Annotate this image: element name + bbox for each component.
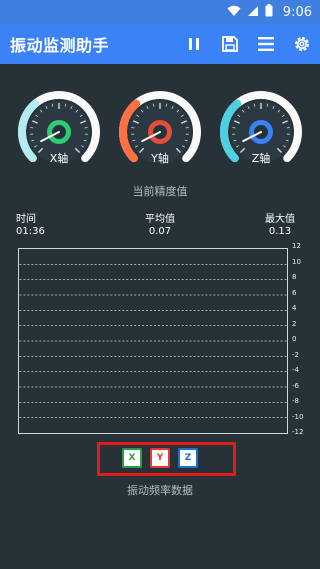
stat-max: 最大值 0.13 bbox=[260, 210, 300, 237]
y-tick-label: 4 bbox=[292, 304, 297, 312]
y-tick-label: 12 bbox=[292, 242, 301, 250]
legend-z-label: Z bbox=[184, 453, 192, 463]
legend-y-button[interactable]: Y bbox=[150, 448, 170, 468]
stat-max-value: 0.13 bbox=[268, 226, 292, 237]
y-tick-label: -8 bbox=[292, 397, 299, 405]
legend-x-button[interactable]: X bbox=[122, 448, 142, 468]
legend-z-button[interactable]: Z bbox=[178, 448, 198, 468]
pause-icon[interactable] bbox=[182, 32, 206, 56]
stat-avg: 平均值 0.07 bbox=[138, 210, 182, 237]
y-tick-label: 0 bbox=[292, 335, 297, 343]
gauge-label-z: Z轴 bbox=[251, 152, 271, 165]
frequency-data-caption: 振动频率数据 bbox=[127, 484, 193, 497]
y-tick-label: -10 bbox=[292, 412, 304, 421]
app-title: 振动监测助手 bbox=[10, 36, 110, 55]
stat-avg-value: 0.07 bbox=[148, 226, 172, 237]
stat-avg-label: 平均值 bbox=[145, 214, 175, 225]
gauge-label-y: Y轴 bbox=[151, 152, 169, 165]
menu-icon[interactable] bbox=[254, 32, 278, 56]
stat-time: 时间 01:36 bbox=[16, 210, 46, 237]
y-tick-label: 8 bbox=[292, 273, 297, 281]
settings-icon[interactable] bbox=[290, 32, 314, 56]
save-icon[interactable] bbox=[218, 32, 242, 56]
precision-title: 当前精度值 bbox=[132, 185, 188, 198]
y-tick-label: -6 bbox=[292, 381, 299, 390]
y-tick-label: 10 bbox=[292, 257, 301, 266]
y-tick-label: -4 bbox=[292, 366, 299, 374]
y-tick-label: 2 bbox=[292, 319, 297, 328]
wifi-icon bbox=[227, 5, 241, 20]
legend-y-label: Y bbox=[156, 453, 164, 463]
stat-time-value: 01:36 bbox=[16, 226, 45, 237]
stat-time-label: 时间 bbox=[16, 214, 36, 225]
signal-icon bbox=[247, 5, 259, 20]
y-tick-label: -12 bbox=[292, 428, 304, 436]
y-tick-label: 6 bbox=[292, 288, 297, 297]
vibration-chart bbox=[18, 248, 288, 434]
status-bar: 9:06 bbox=[0, 0, 320, 24]
status-time: 9:06 bbox=[282, 4, 312, 20]
battery-icon bbox=[265, 4, 273, 20]
app-bar: 振动监测助手 bbox=[0, 24, 320, 64]
legend-x-label: X bbox=[128, 453, 136, 463]
gauge-label-x: X轴 bbox=[49, 152, 69, 165]
stats-row: 时间 01:36 平均值 0.07 最大值 0.13 bbox=[0, 210, 320, 240]
stat-max-label: 最大值 bbox=[265, 214, 295, 225]
y-tick-label: -2 bbox=[292, 350, 299, 359]
